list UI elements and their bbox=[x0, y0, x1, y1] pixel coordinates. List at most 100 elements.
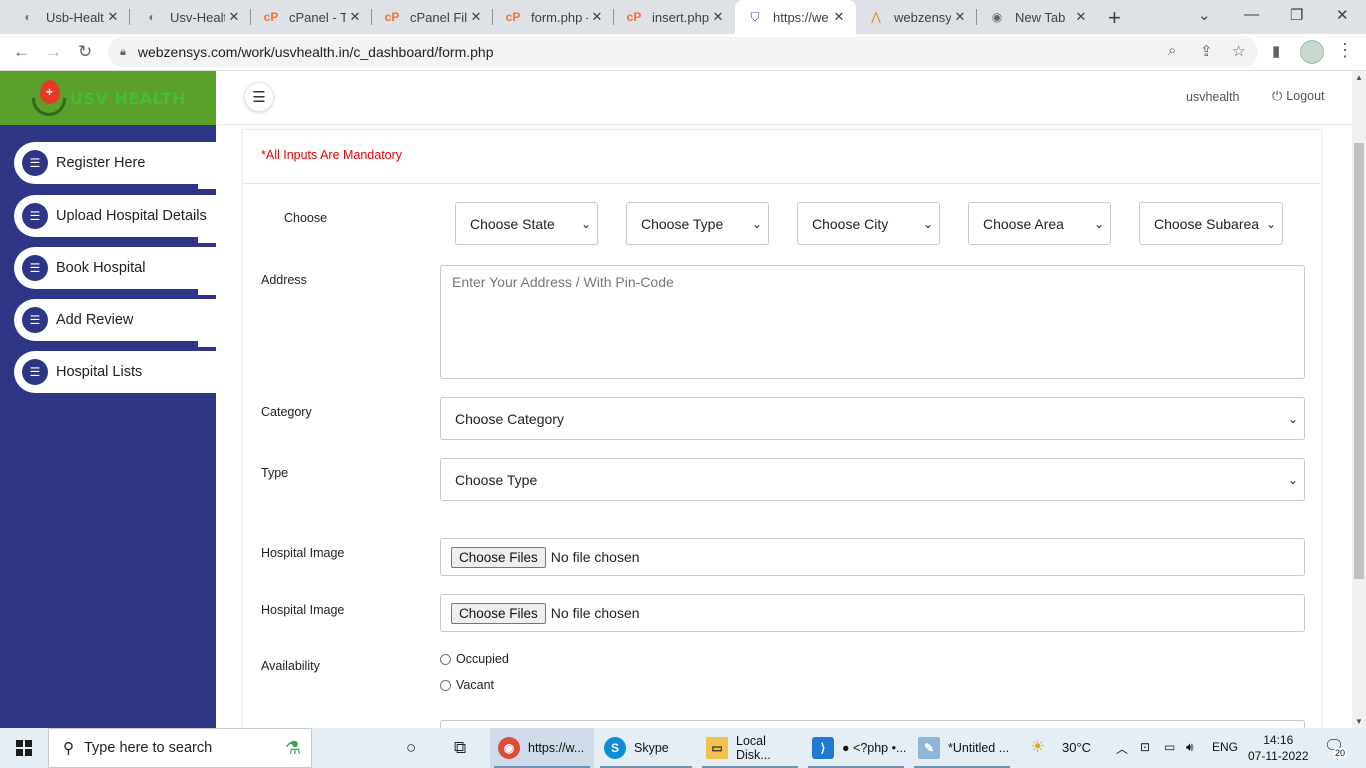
share-icon[interactable]: ⇪ bbox=[1200, 42, 1213, 60]
chrome-icon: ◉ bbox=[991, 10, 1003, 24]
globe-icon: ◐ bbox=[24, 10, 32, 24]
list-icon: ☰ bbox=[22, 255, 48, 281]
hospital-image-input[interactable]: Choose Files No file chosen bbox=[440, 538, 1305, 576]
close-icon[interactable]: ✕ bbox=[830, 9, 848, 25]
choose-files-button[interactable]: Choose Files bbox=[451, 546, 546, 568]
type-select[interactable]: Choose Type ⌄ bbox=[440, 458, 1305, 501]
language-indicator[interactable]: ENG bbox=[1212, 740, 1238, 754]
logout-link[interactable]: ⏻ Logout bbox=[1272, 88, 1325, 104]
browser-tab[interactable]: ◉ New Tab ✕ bbox=[977, 0, 1098, 34]
brand-name: USV HEALTH bbox=[70, 88, 187, 108]
bookmark-star-icon[interactable]: ☆ bbox=[1232, 42, 1245, 60]
list-icon: ☰ bbox=[22, 359, 48, 385]
reload-icon[interactable]: ↻ bbox=[78, 42, 92, 62]
cpanel-icon: cP bbox=[626, 10, 642, 24]
close-icon[interactable]: ✕ bbox=[588, 9, 606, 25]
browser-tab[interactable]: cP insert.php ✕ bbox=[614, 0, 735, 34]
browser-toolbar: ← → ↻ 🔒︎ webzensys.com/work/usvhealth.in… bbox=[0, 34, 1366, 71]
browser-tab[interactable]: ⋀ webzensys ✕ bbox=[856, 0, 977, 34]
area-select[interactable]: Choose Area ⌄ bbox=[968, 202, 1111, 245]
hospital-image-input[interactable]: Choose Files No file chosen bbox=[440, 594, 1305, 632]
browser-tab[interactable]: cP cPanel File ✕ bbox=[372, 0, 493, 34]
menu-toggle-button[interactable]: ☰ bbox=[244, 82, 274, 112]
tray-chevron-up-icon[interactable]: ︿ bbox=[1116, 740, 1128, 757]
type-label: Type bbox=[261, 466, 289, 480]
back-arrow-icon[interactable]: ← bbox=[13, 42, 30, 62]
close-icon[interactable]: ✕ bbox=[104, 9, 122, 25]
weather-temp[interactable]: 30°C bbox=[1062, 740, 1091, 755]
close-icon[interactable]: ✕ bbox=[1072, 9, 1090, 25]
taskbar-app-vscode[interactable]: ⟩ ● <?php •... bbox=[804, 728, 908, 768]
list-icon: ☰ bbox=[22, 150, 48, 176]
browser-tab[interactable]: cP form.php - ✕ bbox=[493, 0, 614, 34]
sidebar-item-book-hospital[interactable]: ☰ Book Hospital bbox=[14, 247, 216, 289]
list-icon: ☰ bbox=[22, 203, 48, 229]
tab-title: https://we bbox=[773, 9, 829, 25]
tab-title: cPanel File bbox=[410, 9, 467, 25]
address-textarea[interactable]: Enter Your Address / With Pin-Code bbox=[440, 265, 1305, 379]
new-tab-plus-icon[interactable]: + bbox=[1108, 5, 1121, 31]
sidebar-item-add-review[interactable]: ☰ Add Review bbox=[14, 299, 216, 341]
weather-sun-icon[interactable]: ☀ bbox=[1030, 737, 1045, 757]
category-select[interactable]: Choose Category ⌄ bbox=[440, 397, 1305, 440]
scroll-down-icon[interactable]: ▼ bbox=[1355, 717, 1363, 726]
scrollbar-thumb[interactable] bbox=[1354, 143, 1364, 579]
system-clock[interactable]: 14:16 07-11-2022 bbox=[1248, 732, 1309, 764]
radio-vacant[interactable]: Vacant bbox=[440, 678, 494, 692]
cortana-icon[interactable]: ○ bbox=[406, 738, 416, 758]
lock-icon: 🔒︎ bbox=[120, 45, 126, 58]
sidebar-item-hospital-lists[interactable]: ☰ Hospital Lists bbox=[14, 351, 216, 393]
restore-icon[interactable]: ❐ bbox=[1290, 6, 1303, 24]
tab-title: cPanel - To bbox=[289, 9, 346, 25]
windows-start-icon[interactable] bbox=[16, 740, 32, 756]
page-scrollbar[interactable]: ▲ ▼ bbox=[1352, 71, 1366, 728]
subarea-select[interactable]: Choose Subarea ⌄ bbox=[1139, 202, 1283, 245]
browser-tab[interactable]: cP cPanel - To ✕ bbox=[251, 0, 372, 34]
network-icon[interactable]: ⊡ bbox=[1140, 740, 1150, 754]
radio-occupied[interactable]: Occupied bbox=[440, 652, 509, 666]
brand-logo[interactable]: + USV HEALTH bbox=[0, 71, 216, 125]
close-icon[interactable]: ✕ bbox=[346, 9, 364, 25]
select-value: Choose Type bbox=[455, 471, 538, 488]
taskbar-app-chrome[interactable]: ◉ https://w... bbox=[490, 728, 594, 768]
close-icon[interactable]: ✕ bbox=[467, 9, 485, 25]
browser-menu-icon[interactable]: ⋮ bbox=[1336, 40, 1354, 61]
taskbar-app-notepad[interactable]: ✎ *Untitled ... bbox=[910, 728, 1014, 768]
radio-circle[interactable] bbox=[440, 679, 451, 691]
volume-icon[interactable]: 🔊︎ bbox=[1186, 740, 1194, 755]
browser-tab-active[interactable]: ⛉ https://we ✕ bbox=[735, 0, 856, 34]
minimize-icon[interactable]: — bbox=[1244, 6, 1259, 23]
window-close-icon[interactable]: ✕ bbox=[1336, 6, 1349, 24]
close-icon[interactable]: ✕ bbox=[225, 9, 243, 25]
state-select[interactable]: Choose State ⌄ bbox=[455, 202, 598, 245]
browser-tab[interactable]: ◐ Usv-Health ✕ bbox=[130, 0, 251, 34]
zoom-icon[interactable]: ⌕ bbox=[1168, 42, 1176, 59]
taskbar-app-label: Local Disk... bbox=[736, 734, 771, 762]
taskbar-app-file-explorer[interactable]: ▭ Local Disk... bbox=[698, 728, 802, 768]
scroll-up-icon[interactable]: ▲ bbox=[1355, 73, 1363, 82]
city-select[interactable]: Choose City ⌄ bbox=[797, 202, 940, 245]
profile-avatar[interactable] bbox=[1300, 40, 1324, 64]
select-value: Choose Subarea bbox=[1154, 215, 1260, 232]
type-filter-select[interactable]: Choose Type ⌄ bbox=[626, 202, 769, 245]
sidebar-item-register-here[interactable]: ☰ Register Here bbox=[14, 142, 216, 184]
taskbar-app-skype[interactable]: S Skype bbox=[596, 728, 696, 768]
task-view-icon[interactable]: ⧉ bbox=[454, 738, 466, 758]
sidebar-item-upload-hospital-details[interactable]: ☰ Upload Hospital Details bbox=[14, 195, 216, 237]
browser-tab[interactable]: ◐ Usb-Health ✕ bbox=[0, 0, 130, 34]
shield-icon: ⛉ bbox=[750, 9, 760, 24]
choose-files-button[interactable]: Choose Files bbox=[451, 602, 546, 624]
taskbar-search[interactable]: ⚲ Type here to search ⚗ bbox=[48, 728, 312, 768]
next-field-input[interactable] bbox=[440, 720, 1305, 728]
cpanel-icon: cP bbox=[384, 10, 400, 24]
address-bar[interactable]: 🔒︎ webzensys.com/work/usvhealth.in/c_das… bbox=[108, 37, 1258, 67]
close-icon[interactable]: ✕ bbox=[951, 9, 969, 25]
close-icon[interactable]: ✕ bbox=[709, 9, 727, 25]
tab-search-chevron-icon[interactable]: ⌄ bbox=[1198, 6, 1211, 24]
clock-time: 14:16 bbox=[1263, 733, 1294, 747]
display-icon[interactable]: ▭ bbox=[1164, 740, 1175, 754]
radio-circle[interactable] bbox=[440, 653, 451, 665]
forward-arrow-icon[interactable]: → bbox=[45, 42, 62, 62]
side-panel-icon[interactable]: ▮ bbox=[1272, 42, 1280, 60]
logout-label: Logout bbox=[1286, 89, 1325, 103]
